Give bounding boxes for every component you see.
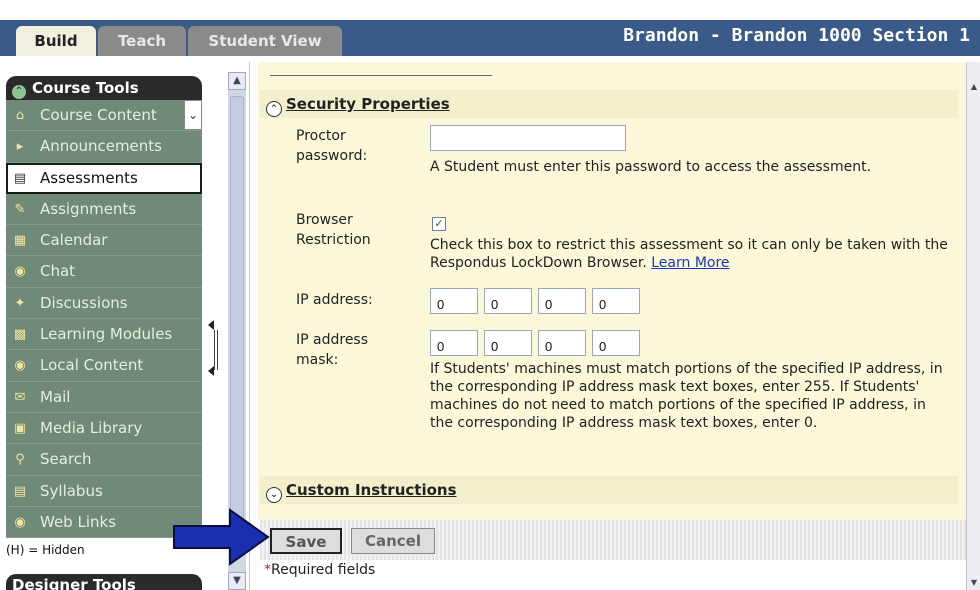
- sidebar-item-label: Local Content: [40, 356, 144, 375]
- sidebar-item-chat[interactable]: ◉ Chat: [6, 256, 202, 288]
- sidebar-item-label: Search: [40, 450, 92, 469]
- search-icon: ⚲: [15, 452, 25, 468]
- sidebar-item-label: Course Content: [40, 106, 157, 124]
- section-title[interactable]: Security Properties: [286, 95, 450, 113]
- ip-mask-field-4[interactable]: [592, 330, 640, 356]
- assignment-icon: ✎: [14, 201, 26, 217]
- scroll-up-icon[interactable]: ▲: [967, 80, 980, 94]
- hidden-note: (H) = Hidden: [6, 543, 85, 557]
- cancel-button[interactable]: Cancel: [351, 528, 435, 554]
- sidebar-item-label: Announcements: [40, 137, 162, 156]
- sidebar-item-mail[interactable]: ✉ Mail: [6, 381, 202, 413]
- sidebar-item-label: Media Library: [40, 418, 143, 437]
- ip-address-field-2[interactable]: [484, 288, 532, 314]
- designer-tools-header[interactable]: Designer Tools: [6, 574, 202, 590]
- course-title: Brandon - Brandon 1000 Section 1: [623, 25, 970, 46]
- pin-icon: ✦: [14, 295, 26, 311]
- custom-instructions-header[interactable]: ⌄ Custom Instructions: [260, 476, 958, 504]
- learn-more-link[interactable]: Learn More: [651, 255, 729, 271]
- browser-restriction-checkbox[interactable]: ✓: [432, 217, 446, 231]
- ip-address-field-3[interactable]: [538, 288, 586, 314]
- divider-grip[interactable]: [214, 330, 218, 370]
- home-icon: ⌂: [15, 108, 25, 123]
- collapse-left-icon[interactable]: [208, 366, 214, 376]
- proctor-password-input[interactable]: [430, 125, 626, 151]
- designer-tools-label: Designer Tools: [12, 576, 136, 590]
- sidebar-item-syllabus[interactable]: ▤ Syllabus: [6, 475, 202, 507]
- megaphone-icon: ▸: [16, 139, 24, 155]
- ip-mask-field-3[interactable]: [538, 330, 586, 356]
- required-fields-text: Required fields: [271, 562, 376, 578]
- ip-mask-field-1[interactable]: [430, 330, 478, 356]
- previous-section-link[interactable]: [270, 66, 492, 76]
- scroll-thumb[interactable]: [230, 96, 244, 539]
- sidebar-item-media-library[interactable]: ▣ Media Library: [6, 412, 202, 445]
- sidebar-item-label: Calendar: [40, 231, 108, 250]
- module-icon: ▩: [13, 327, 27, 343]
- browser-restriction-help: Check this box to restrict this assessme…: [430, 236, 950, 272]
- ip-address-label: IP address:: [296, 292, 373, 308]
- ip-mask-label: IP address mask:: [296, 332, 369, 368]
- weblink-icon: ◉: [14, 514, 26, 530]
- assessment-icon: ▤: [13, 170, 27, 186]
- course-tools-label: Course Tools: [32, 79, 139, 97]
- sidebar-item-label: Learning Modules: [40, 325, 173, 344]
- save-button[interactable]: Save: [270, 528, 342, 554]
- tab-student-view[interactable]: Student View: [188, 26, 342, 56]
- browser-restriction-label: Browser Restriction: [296, 212, 371, 248]
- chat-icon: ◉: [14, 264, 26, 280]
- sidebar-item-label: Mail: [40, 387, 71, 406]
- sidebar-item-label: Discussions: [40, 293, 128, 312]
- tab-build[interactable]: Build: [16, 26, 96, 56]
- required-fields-note: *Required fields: [264, 562, 375, 578]
- sidebar-item-label: Syllabus: [40, 481, 103, 500]
- globe-icon: ◉: [14, 358, 26, 374]
- pane-divider-handle[interactable]: [206, 320, 220, 380]
- sidebar-item-assessments[interactable]: ▤ Assessments: [6, 162, 202, 194]
- sidebar-item-label: Chat: [40, 262, 76, 281]
- sidebar-item-discussions[interactable]: ✦ Discussions: [6, 287, 202, 320]
- calendar-icon: ▦: [13, 233, 27, 249]
- syllabus-icon: ▤: [13, 483, 27, 499]
- sidebar-item-course-content[interactable]: ⌂ Course Content ⌄: [6, 100, 202, 132]
- pointer-arrow-icon: [173, 508, 270, 566]
- sidebar-item-search[interactable]: ⚲ Search: [6, 444, 202, 476]
- proctor-password-label: Proctor password:: [296, 128, 368, 164]
- collapse-section-icon[interactable]: ⌃: [266, 101, 282, 117]
- sidebar-item-label: Assessments: [40, 168, 138, 187]
- scroll-down-icon[interactable]: ▼: [967, 576, 980, 590]
- collapse-left-icon[interactable]: [208, 320, 214, 330]
- pointer-arrow-shape: [173, 508, 270, 566]
- sidebar-item-announcements[interactable]: ▸ Announcements: [6, 131, 202, 163]
- button-bar: Save Cancel: [260, 520, 966, 560]
- right-scrollbar[interactable]: ▲ ▼: [966, 62, 980, 590]
- expand-menu-icon[interactable]: ⌄: [184, 100, 202, 130]
- collapse-icon[interactable]: ⌃: [12, 85, 26, 99]
- sidebar-item-assignments[interactable]: ✎ Assignments: [6, 193, 202, 226]
- sidebar-item-label: Web Links: [40, 512, 117, 531]
- security-properties-header[interactable]: ⌃ Security Properties: [260, 90, 958, 118]
- course-tools-header[interactable]: ⌃ Course Tools: [6, 76, 202, 100]
- scroll-up-icon[interactable]: ▲: [228, 72, 246, 90]
- scroll-down-icon[interactable]: ▼: [228, 572, 246, 590]
- proctor-password-help: A Student must enter this password to ac…: [430, 159, 872, 175]
- expand-section-icon[interactable]: ⌄: [266, 487, 282, 503]
- ip-mask-field-2[interactable]: [484, 330, 532, 356]
- sidebar-item-learning-modules[interactable]: ▩ Learning Modules: [6, 319, 202, 351]
- sidebar-item-label: Assignments: [40, 199, 137, 218]
- top-bar: Build Teach Student View Brandon - Brand…: [0, 0, 980, 62]
- mail-icon: ✉: [14, 389, 26, 405]
- ip-address-field-1[interactable]: [430, 288, 478, 314]
- tab-teach[interactable]: Teach: [98, 26, 186, 56]
- media-icon: ▣: [13, 420, 27, 436]
- course-tools-list: ⌂ Course Content ⌄ ▸ Announcements ▤ Ass…: [6, 100, 202, 539]
- section-title[interactable]: Custom Instructions: [286, 481, 457, 499]
- sidebar-item-local-content[interactable]: ◉ Local Content: [6, 350, 202, 382]
- main-content: ⌃ Security Properties Proctor password: A…: [252, 62, 966, 590]
- ip-mask-help: If Students' machines must match portion…: [430, 361, 943, 431]
- sidebar-item-calendar[interactable]: ▦ Calendar: [6, 225, 202, 257]
- ip-address-field-4[interactable]: [592, 288, 640, 314]
